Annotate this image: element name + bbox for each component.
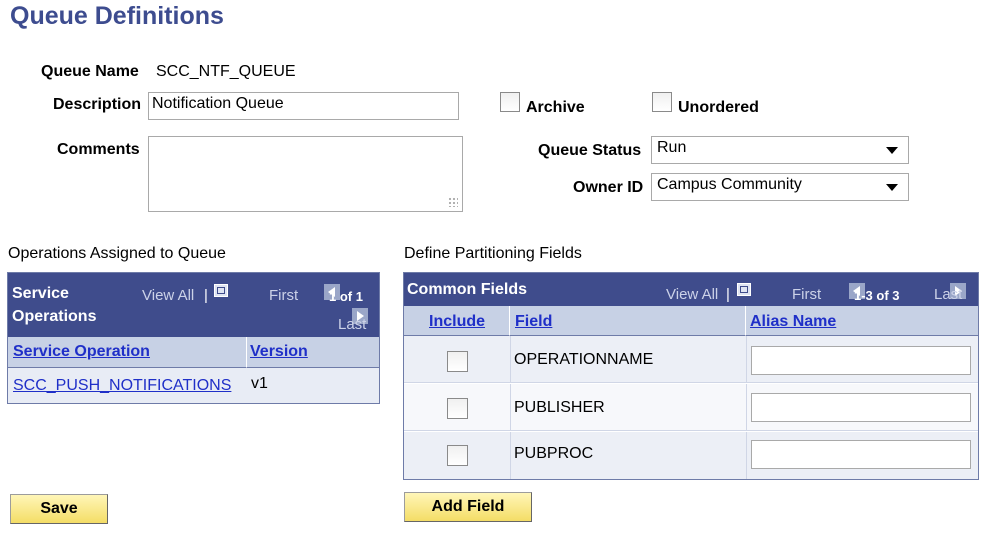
zoom-grid-icon[interactable] xyxy=(214,284,228,297)
owner-id-value: Campus Community xyxy=(657,176,802,193)
include-checkbox[interactable] xyxy=(447,351,468,372)
partition-grid: Common Fields View All | First 1-3 of 3 … xyxy=(403,272,979,480)
service-operation-column-label[interactable]: Service Operation xyxy=(13,343,150,361)
queue-status-value: Run xyxy=(657,139,687,156)
operations-grid: Service Operations View All | First 1 of… xyxy=(7,272,380,404)
operations-view-all-link[interactable]: View All xyxy=(142,287,194,304)
field-column-label[interactable]: Field xyxy=(515,313,552,331)
owner-id-label: Owner ID xyxy=(573,179,644,196)
operations-grid-title-line1: Service xyxy=(12,285,69,302)
partition-grid-header: Common Fields View All | First 1-3 of 3 … xyxy=(404,273,978,306)
queue-name-value: SCC_NTF_QUEUE xyxy=(156,63,296,80)
partition-view-all-link[interactable]: View All xyxy=(666,286,718,303)
archive-label: Archive xyxy=(526,99,585,116)
separator: | xyxy=(204,287,208,304)
cell-divider xyxy=(510,432,511,479)
queue-status-select[interactable]: Run xyxy=(651,136,909,164)
zoom-grid-icon[interactable] xyxy=(737,283,751,296)
version-column-label[interactable]: Version xyxy=(250,343,308,361)
partition-grid-title: Common Fields xyxy=(407,281,528,298)
include-checkbox[interactable] xyxy=(447,398,468,419)
partition-row-count: 1-3 of 3 xyxy=(854,288,900,303)
unordered-label: Unordered xyxy=(678,99,759,116)
save-button[interactable]: Save xyxy=(10,494,108,524)
field-name: PUBPROC xyxy=(514,445,594,462)
alias-name-input[interactable] xyxy=(751,393,971,422)
queue-status-label: Queue Status xyxy=(538,142,642,159)
comments-label: Comments xyxy=(57,141,140,158)
alias-name-column-label[interactable]: Alias Name xyxy=(750,313,836,331)
operations-grid-title-line2: Operations xyxy=(12,308,97,325)
include-column-label[interactable]: Include xyxy=(429,313,485,331)
cell-divider xyxy=(746,336,747,383)
alias-name-input[interactable] xyxy=(751,346,971,375)
field-name: OPERATIONNAME xyxy=(514,351,654,368)
owner-id-select[interactable]: Campus Community xyxy=(651,173,909,201)
chevron-down-icon xyxy=(886,184,898,191)
cell-divider xyxy=(510,384,511,431)
comments-textarea[interactable] xyxy=(148,136,463,212)
column-header-version[interactable]: Version xyxy=(247,337,379,368)
operations-grid-header: Service Operations View All | First 1 of… xyxy=(8,273,379,337)
table-row: PUBLISHER xyxy=(404,384,978,431)
separator: | xyxy=(726,286,730,303)
archive-checkbox[interactable] xyxy=(500,92,520,112)
description-label: Description xyxy=(53,96,142,113)
service-operation-link[interactable]: SCC_PUSH_NOTIFICATIONS xyxy=(13,377,231,395)
column-header-include[interactable]: Include xyxy=(404,306,510,336)
operations-section-title: Operations Assigned to Queue xyxy=(8,245,226,262)
table-row: SCC_PUSH_NOTIFICATIONS v1 xyxy=(8,368,379,403)
chevron-down-icon xyxy=(886,147,898,154)
version-value: v1 xyxy=(251,375,268,392)
operations-last-link[interactable]: Last xyxy=(338,316,366,333)
include-checkbox[interactable] xyxy=(447,445,468,466)
queue-name-label: Queue Name xyxy=(41,63,139,80)
partition-first-link[interactable]: First xyxy=(792,286,821,303)
page-title: Queue Definitions xyxy=(10,2,224,30)
table-row: PUBPROC xyxy=(404,432,978,479)
operations-first-link[interactable]: First xyxy=(269,287,298,304)
operations-row-count: 1 of 1 xyxy=(329,289,363,304)
column-header-service-operation[interactable]: Service Operation xyxy=(8,337,247,368)
column-header-alias-name[interactable]: Alias Name xyxy=(746,306,978,336)
add-field-button[interactable]: Add Field xyxy=(404,492,532,522)
cell-divider xyxy=(510,336,511,383)
cell-divider xyxy=(746,384,747,431)
partition-section-title: Define Partitioning Fields xyxy=(404,245,582,262)
resize-grip-icon[interactable] xyxy=(448,197,458,207)
column-header-field[interactable]: Field xyxy=(510,306,746,336)
description-input[interactable]: Notification Queue xyxy=(148,92,459,120)
field-name: PUBLISHER xyxy=(514,399,605,416)
alias-name-input[interactable] xyxy=(751,440,971,469)
unordered-checkbox[interactable] xyxy=(652,92,672,112)
partition-last-link[interactable]: Last xyxy=(934,286,962,303)
table-row: OPERATIONNAME xyxy=(404,336,978,383)
cell-divider xyxy=(746,432,747,479)
